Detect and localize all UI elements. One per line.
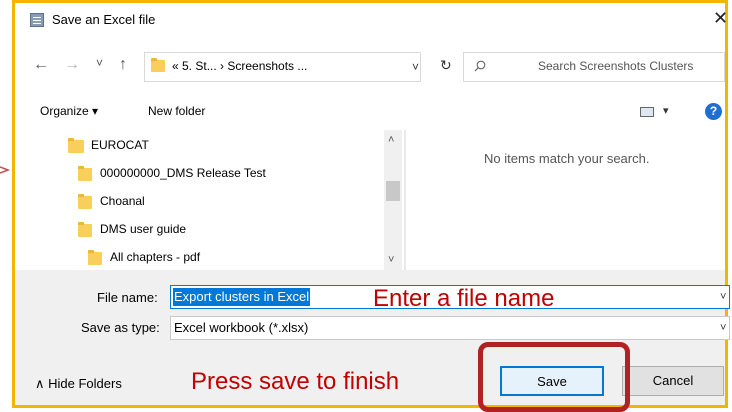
search-placeholder: Search Screenshots Clusters: [538, 59, 694, 73]
tree-item[interactable]: Choanal: [100, 194, 145, 208]
command-toolbar: [15, 95, 725, 129]
callout-arrow-tip: [0, 166, 11, 174]
cancel-button[interactable]: Cancel: [622, 366, 724, 396]
close-icon[interactable]: ✕: [713, 8, 728, 29]
annotation-press-save: Press save to finish: [191, 368, 400, 395]
tree-item[interactable]: DMS user guide: [100, 222, 186, 236]
dialog-app-icon: [30, 13, 44, 27]
refresh-icon[interactable]: ↻: [440, 57, 452, 74]
folder-icon: [78, 166, 92, 181]
folder-icon: [78, 222, 92, 237]
view-dropdown-icon[interactable]: ▾: [663, 104, 669, 117]
annotation-highlight-save: [478, 342, 630, 412]
address-dropdown-chevron-icon[interactable]: ˅: [412, 60, 419, 74]
view-options-icon[interactable]: [640, 107, 654, 117]
tree-item[interactable]: All chapters - pdf: [110, 250, 200, 264]
file-name-label: File name:: [97, 290, 158, 305]
annotation-enter-file-name: Enter a file name: [373, 285, 555, 312]
tree-item[interactable]: EUROCAT: [91, 138, 149, 152]
up-arrow-icon[interactable]: ↑: [119, 56, 127, 74]
save-type-value[interactable]: Excel workbook (*.xlsx): [174, 320, 308, 335]
search-icon: [474, 60, 486, 72]
new-folder-button[interactable]: New folder: [148, 104, 205, 118]
scroll-up-icon[interactable]: ˄: [388, 134, 394, 146]
save-type-label: Save as type:: [81, 320, 160, 335]
tree-item[interactable]: 000000000_DMS Release Test: [100, 166, 266, 180]
empty-results-message: No items match your search.: [484, 151, 650, 166]
tree-scrollbar-thumb[interactable]: [386, 181, 400, 201]
folder-icon: [151, 58, 165, 72]
scroll-down-icon[interactable]: ˅: [388, 254, 394, 266]
breadcrumb-path[interactable]: « 5. St... › Screenshots ...: [172, 59, 307, 73]
dialog-title: Save an Excel file: [52, 12, 156, 27]
help-icon[interactable]: ?: [705, 103, 722, 120]
forward-arrow-icon[interactable]: →: [64, 56, 80, 74]
file-name-dropdown-icon[interactable]: ˅: [720, 291, 726, 303]
save-type-dropdown-icon[interactable]: ˅: [720, 322, 726, 334]
folder-icon: [88, 250, 102, 265]
hide-folders-button[interactable]: ∧ Hide Folders: [35, 376, 122, 392]
recent-locations-chevron-icon[interactable]: ˅: [96, 56, 103, 70]
folder-icon: [78, 194, 92, 209]
organize-menu-button[interactable]: Organize ▾: [40, 104, 98, 118]
file-name-value[interactable]: Export clusters in Excel: [173, 288, 311, 306]
back-arrow-icon[interactable]: ←: [33, 56, 49, 74]
folder-icon: [68, 138, 84, 153]
